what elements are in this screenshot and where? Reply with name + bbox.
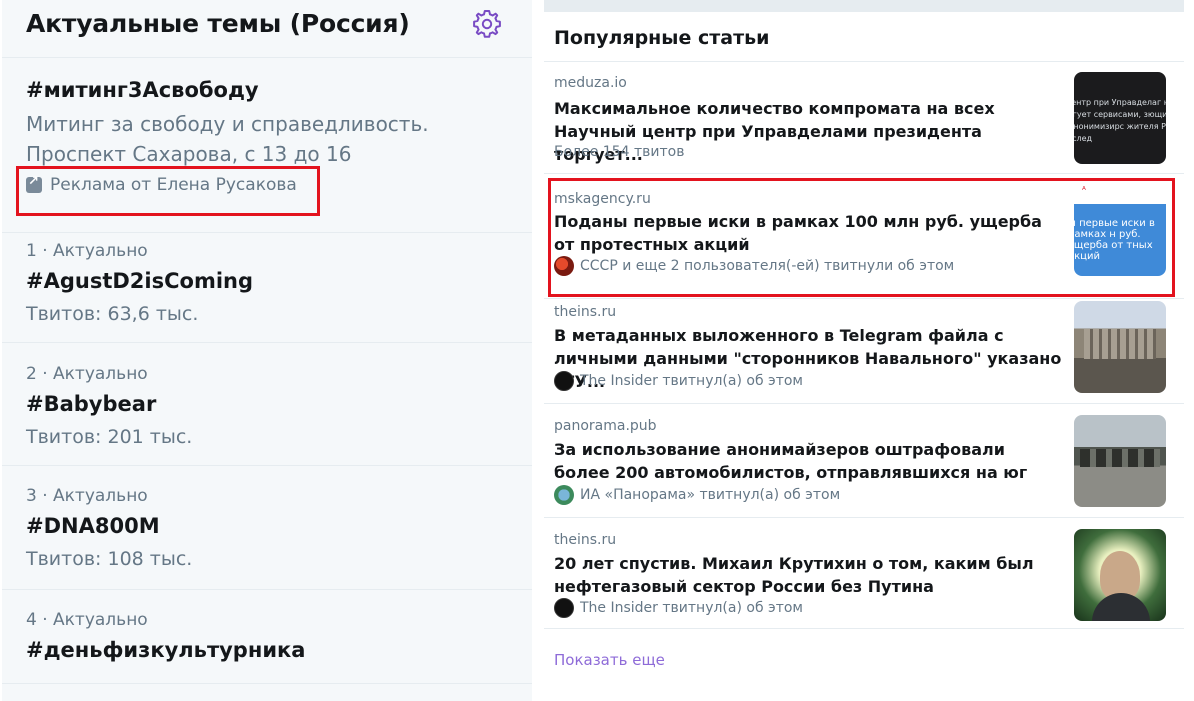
- article-byline-text: Более 154 твитов: [554, 144, 685, 160]
- article-card[interactable]: meduza.io Максимальное количество компро…: [544, 63, 1184, 174]
- article-thumbnail[interactable]: [1074, 301, 1166, 393]
- user-avatar[interactable]: [554, 485, 574, 505]
- trend-rank: 4 · Актуально: [26, 610, 148, 630]
- trend-name[interactable]: #AgustD2isComing: [26, 269, 253, 293]
- article-byline: The Insider твитнул(а) об этом: [554, 371, 803, 391]
- article-source[interactable]: meduza.io: [554, 75, 627, 91]
- promoted-description-line2: Проспект Сахарова, с 13 до 16: [26, 142, 352, 166]
- trend-rank: 3 · Актуально: [26, 486, 148, 506]
- highlight-box: [16, 166, 320, 216]
- show-more-link[interactable]: Показать еще: [554, 651, 665, 669]
- article-byline: ИА «Панорама» твитнул(а) об этом: [554, 485, 840, 505]
- building-image: [1084, 329, 1156, 359]
- user-avatar[interactable]: [554, 598, 574, 618]
- article-title[interactable]: 20 лет спустив. Михаил Крутихин о том, к…: [554, 552, 1064, 598]
- article-thumbnail[interactable]: й центр при Управделаг нта торгует серви…: [1074, 72, 1166, 164]
- article-byline-text: The Insider твитнул(а) об этом: [580, 600, 803, 616]
- trend-name[interactable]: #DNA800M: [26, 514, 160, 538]
- highlight-box: [548, 178, 1175, 297]
- articles-title: Популярные статьи: [554, 27, 770, 49]
- popular-articles-panel: Популярные статьи meduza.io Максимальное…: [544, 0, 1184, 701]
- user-avatar[interactable]: [554, 371, 574, 391]
- article-card[interactable]: mskagency.ru Поданы первые иски в рамках…: [544, 174, 1184, 299]
- promoted-description: Митинг за свободу и справедливость.: [26, 112, 429, 136]
- article-source[interactable]: theins.ru: [554, 304, 616, 320]
- trend-tweet-count: Твитов: 108 тыс.: [26, 548, 193, 570]
- article-byline-text: The Insider твитнул(а) об этом: [580, 373, 803, 389]
- article-card[interactable]: panorama.pub За использование анонимайзе…: [544, 404, 1184, 518]
- trend-item[interactable]: 3 · Актуально #DNA800M Твитов: 108 тыс.: [2, 466, 532, 590]
- trend-rank: 2 · Актуально: [26, 364, 148, 384]
- article-card[interactable]: theins.ru В метаданных выложенного в Tel…: [544, 299, 1184, 404]
- trend-name[interactable]: #Babybear: [26, 392, 156, 416]
- portrait-suit: [1092, 593, 1150, 621]
- trend-tweet-count: Твитов: 63,6 тыс.: [26, 303, 199, 325]
- articles-header: Популярные статьи: [544, 12, 1184, 62]
- trend-rank: 1 · Актуально: [26, 241, 148, 261]
- trend-item[interactable]: 4 · Актуально #деньфизкультурника: [2, 590, 532, 684]
- article-title[interactable]: За использование анонимайзеров оштрафова…: [554, 438, 1064, 484]
- article-card[interactable]: theins.ru 20 лет спустив. Михаил Крутихи…: [544, 518, 1184, 629]
- article-byline: Более 154 твитов: [554, 144, 684, 160]
- trend-name[interactable]: #деньфизкультурника: [26, 638, 305, 662]
- article-byline: The Insider твитнул(а) об этом: [554, 598, 803, 618]
- trend-item[interactable]: 1 · Актуально #AgustD2isComing Твитов: 6…: [2, 233, 532, 343]
- thumbnail-text: й центр при Управделаг нта торгует серви…: [1074, 98, 1166, 143]
- promoted-trend[interactable]: #митинг3Асвободу Митинг за свободу и спр…: [2, 0, 532, 233]
- trends-panel: Актуальные темы (Россия) #митинг3Асвобод…: [2, 0, 532, 701]
- trend-tweet-count: Твитов: 201 тыс.: [26, 426, 193, 448]
- trend-item[interactable]: 2 · Актуально #Babybear Твитов: 201 тыс.: [2, 343, 532, 466]
- article-byline-text: ИА «Панорама» твитнул(а) об этом: [580, 487, 841, 503]
- panel-top-divider: [544, 0, 1184, 12]
- promoted-hashtag[interactable]: #митинг3Асвободу: [26, 78, 259, 102]
- cars-image: [1080, 449, 1160, 467]
- article-thumbnail[interactable]: [1074, 415, 1166, 507]
- article-source[interactable]: theins.ru: [554, 532, 616, 548]
- article-thumbnail[interactable]: [1074, 529, 1166, 621]
- article-source[interactable]: panorama.pub: [554, 418, 657, 434]
